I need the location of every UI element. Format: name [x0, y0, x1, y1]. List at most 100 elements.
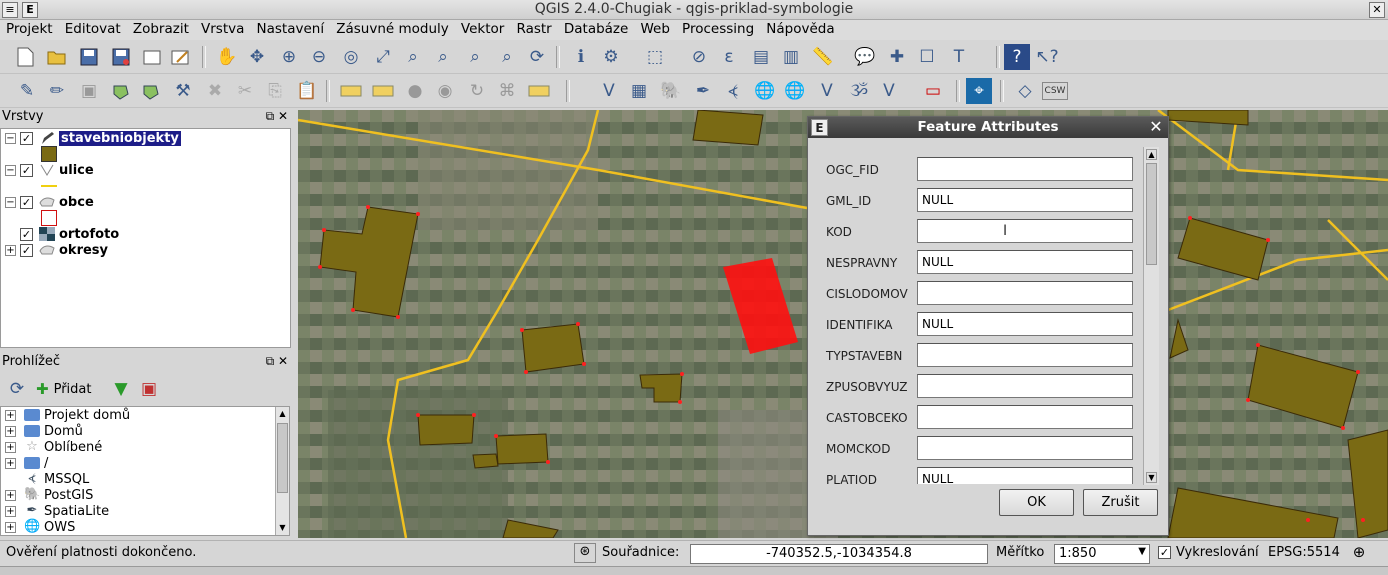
add-raster-layer-icon[interactable]: ▦ [626, 78, 652, 104]
browser-scrollbar[interactable]: ▲ ▼ [275, 407, 289, 535]
ok-button[interactable]: OK [999, 489, 1074, 516]
browser-item[interactable]: + ☆ Oblíbené [5, 439, 102, 455]
menu-napoveda[interactable]: Nápověda [760, 20, 834, 37]
add-vector-layer-icon[interactable]: V [596, 78, 622, 104]
new-layer-icon[interactable]: V [876, 78, 902, 104]
toggle-editing-icon[interactable]: ✏ [44, 78, 70, 104]
collapse-icon[interactable]: − [5, 196, 16, 208]
add-feature-icon[interactable] [108, 78, 134, 104]
browser-item[interactable]: + / [5, 455, 48, 471]
menu-editovat[interactable]: Editovat [59, 20, 121, 37]
rotate-label-icon[interactable]: ↻ [464, 78, 490, 104]
attribute-table-icon[interactable]: ▤ [748, 44, 774, 70]
coordinate-field[interactable]: -740352.5,-1034354.8 [690, 544, 988, 564]
metasearch-icon[interactable]: ◇ [1012, 78, 1038, 104]
layer-visibility-checkbox[interactable]: ✓ [20, 243, 33, 257]
new-bookmark-icon[interactable]: ✚ [884, 44, 910, 70]
move-feature-icon[interactable] [138, 78, 164, 104]
browser-item[interactable]: + ✒ SpatiaLite [5, 503, 109, 519]
paste-features-icon[interactable]: 📋 [294, 78, 320, 104]
add-button[interactable]: ✚ Přidat [36, 376, 91, 402]
scroll-down-icon[interactable]: ▼ [277, 523, 288, 533]
menu-databaze[interactable]: Databáze [558, 20, 628, 37]
field-calculator-icon[interactable]: ε [716, 44, 742, 70]
field-input-ogc-fid[interactable] [917, 157, 1133, 181]
window-close-button[interactable]: ✕ [1369, 2, 1385, 18]
scroll-up-icon[interactable]: ▲ [277, 409, 288, 419]
render-checkbox[interactable]: ✓ [1158, 546, 1171, 559]
add-postgis-layer-icon[interactable]: 🐘 [658, 78, 684, 104]
chevron-down-icon[interactable]: ▼ [1138, 546, 1146, 557]
georeferencer-icon[interactable]: ⌖ [966, 78, 992, 104]
help-icon[interactable]: ? [1004, 44, 1030, 70]
add-wcs-layer-icon[interactable]: 🌐 [782, 78, 808, 104]
text-annotation-icon[interactable]: T [946, 44, 972, 70]
menu-vrstva[interactable]: Vrstva [195, 20, 244, 37]
scroll-thumb[interactable] [277, 423, 288, 493]
scroll-down-icon[interactable]: ▼ [1146, 472, 1157, 483]
zoom-native-icon[interactable]: ◎ [338, 44, 364, 70]
dialog-scrollbar[interactable]: ▲ ▼ [1143, 147, 1159, 485]
move-label-icon[interactable]: ◉ [432, 78, 458, 104]
whats-this-icon[interactable]: ↖? [1034, 44, 1060, 70]
layer-row-ortofoto[interactable]: ✓ ortofoto [5, 226, 119, 242]
scroll-up-icon[interactable]: ▲ [1146, 149, 1157, 160]
zoom-next-icon[interactable]: ⌕ [494, 44, 520, 70]
current-edits-icon[interactable]: ✎ [14, 78, 40, 104]
select-features-icon[interactable]: ⬚ [642, 44, 668, 70]
crs-globe-icon[interactable]: ⊕ [1348, 543, 1370, 563]
menu-rastr[interactable]: Rastr [510, 20, 551, 37]
field-input-kod[interactable] [917, 219, 1133, 243]
collapse-icon[interactable]: − [5, 164, 16, 176]
add-wms-layer-icon[interactable]: 🌐 [752, 78, 778, 104]
field-input-identifika[interactable]: NULL [917, 312, 1133, 336]
collapse-icon[interactable]: − [5, 132, 16, 144]
composer-manager-icon[interactable] [168, 44, 194, 70]
menu-processing[interactable]: Processing [676, 20, 754, 37]
add-delimited-text-icon[interactable]: ૐ [846, 78, 872, 104]
menu-web[interactable]: Web [634, 20, 669, 37]
delete-selected-icon[interactable]: ✖ [202, 78, 228, 104]
deselect-icon[interactable]: ⊘ [686, 44, 712, 70]
filter-icon[interactable]: ▼ [108, 376, 134, 402]
menu-vektor[interactable]: Vektor [455, 20, 504, 37]
field-input-castobceko[interactable] [917, 405, 1133, 429]
field-input-nespravny[interactable]: NULL [917, 250, 1133, 274]
copy-features-icon[interactable]: ⎘ [262, 78, 288, 104]
refresh-icon[interactable]: ⟳ [4, 376, 30, 402]
remove-layer-icon[interactable]: ▭ [920, 78, 946, 104]
scale-combobox[interactable]: 1:850 ▼ [1054, 544, 1150, 564]
layer-row-obce[interactable]: − ✓ obce [5, 194, 94, 210]
toggle-extents-icon[interactable]: ⊛ [574, 543, 596, 563]
layer-row-stavebniobjekty[interactable]: − ✓ stavebniobjekty [5, 130, 181, 146]
panel-float-close-icon[interactable]: ⧉ ✕ [266, 109, 288, 124]
layer-visibility-checkbox[interactable]: ✓ [20, 227, 33, 241]
menu-zasuvne-moduly[interactable]: Zásuvné moduly [330, 20, 449, 37]
layer-row-okresy[interactable]: + ✓ okresy [5, 242, 108, 258]
browser-item[interactable]: ⦓ MSSQL [5, 471, 89, 487]
label-properties-icon[interactable] [526, 78, 552, 104]
add-wfs-layer-icon[interactable]: V [814, 78, 840, 104]
browser-item[interactable]: + Domů [5, 423, 83, 439]
identify-icon[interactable]: ℹ [568, 44, 594, 70]
layer-visibility-checkbox[interactable]: ✓ [20, 163, 33, 177]
browser-item[interactable]: + 🐘 PostGIS [5, 487, 93, 503]
save-as-icon[interactable] [108, 44, 134, 70]
pin-labels-icon[interactable] [370, 78, 396, 104]
browser-item[interactable]: + 🌐 OWS [5, 519, 75, 535]
zoom-full-icon[interactable]: ⤢ [370, 44, 396, 70]
field-input-platiod[interactable]: NULL [917, 467, 1133, 484]
zoom-out-icon[interactable]: ⊖ [306, 44, 332, 70]
zoom-last-icon[interactable]: ⌕ [462, 44, 488, 70]
field-input-gml-id[interactable]: NULL [917, 188, 1133, 212]
show-hide-labels-icon[interactable]: ● [402, 78, 428, 104]
field-input-momckod[interactable] [917, 436, 1133, 460]
new-project-icon[interactable] [12, 44, 38, 70]
csw-icon[interactable]: CSW [1042, 82, 1068, 100]
layer-visibility-checkbox[interactable]: ✓ [20, 195, 33, 209]
expand-icon[interactable]: + [5, 244, 16, 256]
zoom-to-layer-icon[interactable]: ⌕ [430, 44, 456, 70]
cancel-button[interactable]: Zrušit [1083, 489, 1158, 516]
crs-status[interactable]: EPSG:5514 [1268, 545, 1340, 560]
layer-visibility-checkbox[interactable]: ✓ [20, 131, 33, 145]
